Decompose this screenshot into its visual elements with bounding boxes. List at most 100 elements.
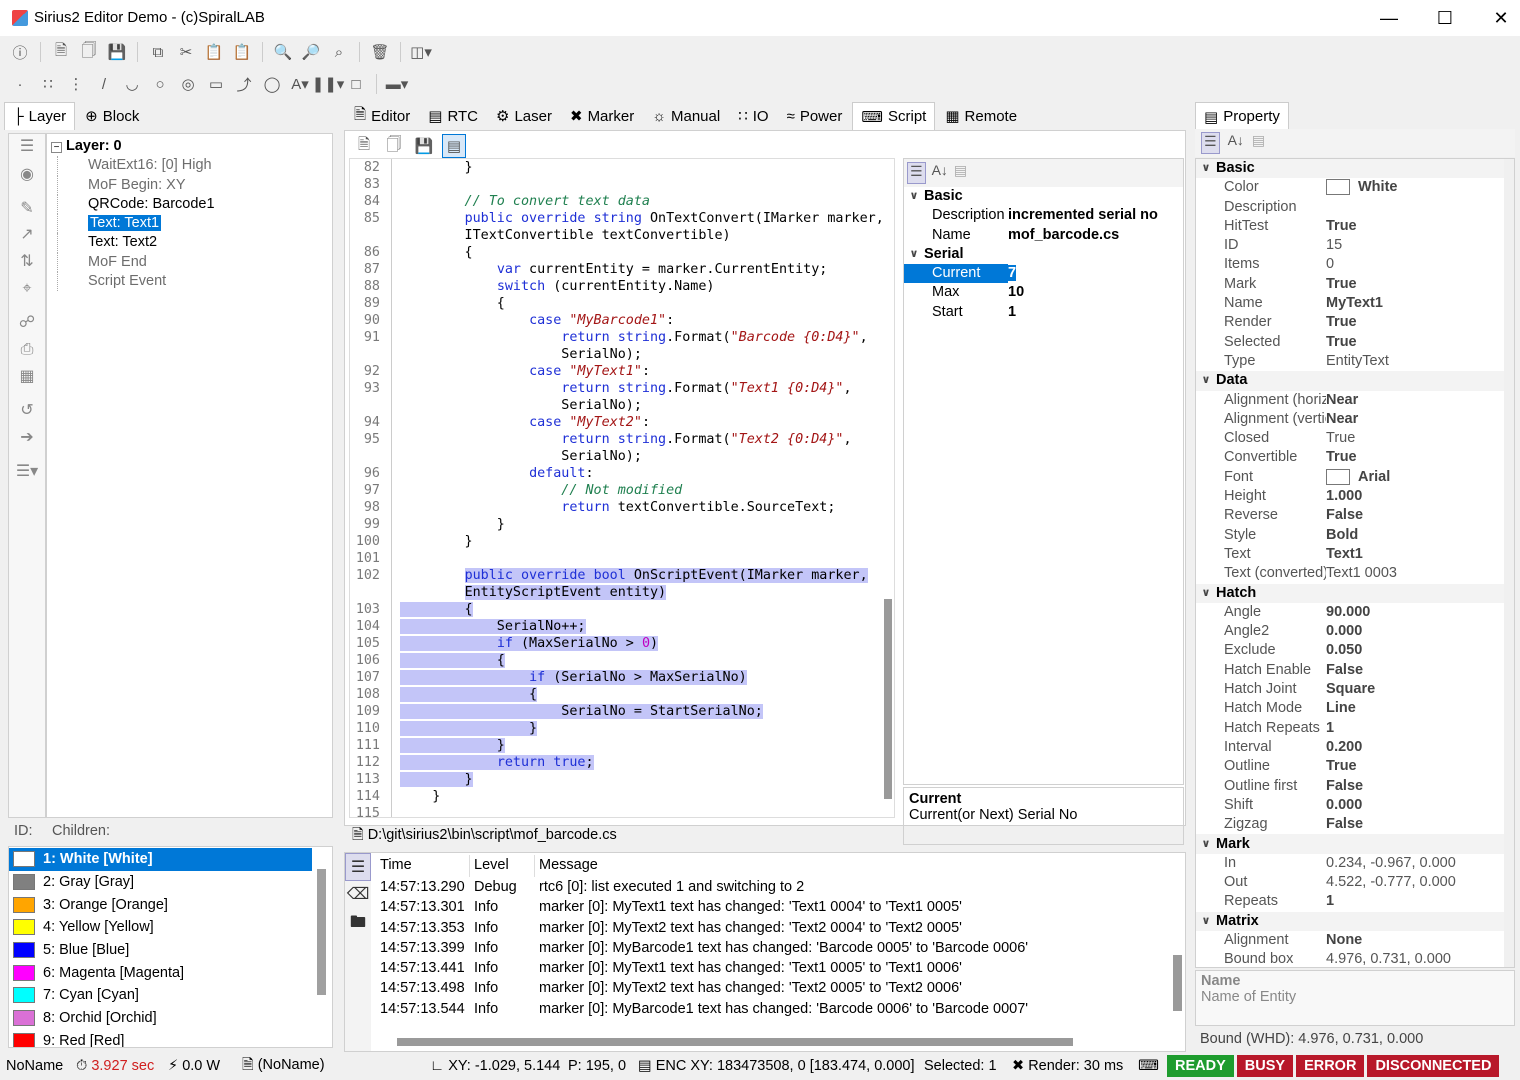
tab-remote[interactable]: ▦ Remote <box>937 102 1025 130</box>
pen-list-item[interactable]: 9: Red [Red] <box>9 1030 332 1047</box>
property-row[interactable]: Start 1 <box>904 303 1183 322</box>
trepan-icon[interactable]: ◯ <box>260 72 284 96</box>
property-row[interactable]: Convertible True <box>1196 448 1514 467</box>
property-value[interactable]: True <box>1326 275 1514 294</box>
branch-icon[interactable]: ⎙ <box>9 336 45 363</box>
property-row[interactable]: Items 0 <box>1196 255 1514 274</box>
script-basic-section[interactable]: ∨ Basic <box>904 187 1183 207</box>
minimize-button[interactable]: — <box>1366 2 1412 34</box>
property-row[interactable]: Style Bold <box>1196 526 1514 545</box>
property-value[interactable]: True <box>1326 313 1514 332</box>
property-value[interactable]: 0.200 <box>1326 738 1514 757</box>
zoom-out-icon[interactable]: 🔍 <box>271 40 295 64</box>
circle-icon[interactable]: ○ <box>148 72 172 96</box>
tab-script[interactable]: ⌨ Script <box>852 102 936 130</box>
property-row[interactable]: Max 10 <box>904 283 1183 302</box>
code-scrollbar[interactable] <box>884 599 892 799</box>
folder-icon[interactable]: 🖿 <box>345 909 371 937</box>
property-value[interactable]: Near <box>1326 391 1514 410</box>
control-dropdown-icon[interactable]: ▬▾ <box>385 72 409 96</box>
open-document-icon[interactable]: 🗍 <box>77 40 101 64</box>
explode-icon[interactable]: ⌖ <box>9 275 45 309</box>
zoom-fit-icon[interactable]: ⌕ <box>327 40 351 64</box>
property-value[interactable]: True <box>1326 429 1514 448</box>
property-row[interactable]: Current 7 <box>904 264 1183 284</box>
raster-icon[interactable]: ⋮ <box>64 72 88 96</box>
property-value[interactable]: 1 <box>1008 303 1183 322</box>
property-scrollbar[interactable] <box>1504 159 1514 967</box>
spiral-icon[interactable]: ◎ <box>176 72 200 96</box>
property-row[interactable]: Mark True <box>1196 275 1514 294</box>
save-script-icon[interactable]: 💾 <box>412 134 436 158</box>
tab-power[interactable]: ≈ Power <box>779 102 851 130</box>
pen-list-item[interactable]: 7: Cyan [Cyan] <box>9 984 332 1007</box>
property-section[interactable]: ∨ Hatch <box>1196 583 1514 603</box>
property-value[interactable]: 4.976, 0.731, 0.000 <box>1326 950 1514 967</box>
pen-list-item[interactable]: 3: Orange [Orange] <box>9 893 332 916</box>
property-value[interactable]: True <box>1326 757 1514 776</box>
barcode-dropdown-icon[interactable]: ❚❚▾ <box>312 72 345 96</box>
tab-block[interactable]: ⊕ Block <box>77 102 147 130</box>
property-value[interactable]: Square <box>1326 680 1514 699</box>
align-dropdown-icon[interactable]: ◫▾ <box>409 40 433 64</box>
tree-item[interactable]: Text: Text2 <box>57 233 332 253</box>
property-row[interactable]: Outline first False <box>1196 777 1514 796</box>
property-row[interactable]: Closed True <box>1196 429 1514 448</box>
tab-manual[interactable]: ☼ Manual <box>644 102 728 130</box>
export-dropdown-icon[interactable]: ☰▾ <box>9 458 45 485</box>
pen-list-item[interactable]: 4: Yellow [Yellow] <box>9 916 332 939</box>
property-value[interactable]: False <box>1326 815 1514 834</box>
new-script-icon[interactable]: 🗎 <box>352 134 376 158</box>
property-value[interactable]: Arial <box>1326 468 1514 487</box>
property-row[interactable]: Reverse False <box>1196 506 1514 525</box>
property-row[interactable]: Angle2 0.000 <box>1196 622 1514 641</box>
tab-editor[interactable]: 🗎 Editor <box>346 102 418 130</box>
property-pages-icon[interactable]: ▤ <box>1252 132 1265 154</box>
point-icon[interactable]: · <box>8 72 32 96</box>
property-value[interactable]: EntityText <box>1326 352 1514 371</box>
pen-list-item[interactable]: 1: White [White] <box>9 848 312 871</box>
move-in-icon[interactable]: ↺ <box>9 397 45 424</box>
layers-icon[interactable]: ☰ <box>9 134 45 160</box>
tree-item[interactable]: Text: Text1 <box>57 214 332 234</box>
property-value[interactable]: 0.000 <box>1326 622 1514 641</box>
property-row[interactable]: Angle 90.000 <box>1196 603 1514 622</box>
pen-list-item[interactable]: 5: Blue [Blue] <box>9 939 332 962</box>
tree-item[interactable]: QRCode: Barcode1 <box>57 194 332 215</box>
log-header-level[interactable]: Level <box>470 855 535 877</box>
delete-icon[interactable]: 🗑 <box>368 40 392 64</box>
property-row[interactable]: Alignment None <box>1196 931 1514 950</box>
property-row[interactable]: Text (converted) Text1 0003 <box>1196 564 1514 583</box>
property-value[interactable]: 10 <box>1008 283 1183 302</box>
property-value[interactable]: 1 <box>1326 719 1514 738</box>
property-value[interactable]: 1 <box>1326 892 1514 911</box>
property-row[interactable]: Alignment (vertical)Near <box>1196 410 1514 429</box>
tree-item[interactable]: MoF Begin: XY <box>57 175 332 195</box>
property-value[interactable]: incremented serial no <box>1008 206 1183 225</box>
hatch-icon[interactable]: ▦ <box>9 363 45 397</box>
new-document-icon[interactable]: 🗎 <box>49 40 73 64</box>
property-value[interactable]: 0.234, -0.967, 0.000 <box>1326 854 1514 873</box>
property-row[interactable]: Hatch Mode Line <box>1196 699 1514 718</box>
code-editor[interactable]: 82 } 83 84 // To convert text data 85 publ… <box>349 158 895 818</box>
tab-property[interactable]: ▤ Property <box>1195 102 1289 130</box>
copy-icon[interactable]: ⧉ <box>146 40 170 64</box>
property-row[interactable]: Name mof_barcode.cs <box>904 226 1183 245</box>
log-vscrollbar[interactable] <box>1173 955 1182 1011</box>
property-pages-icon[interactable]: ▤ <box>954 162 967 184</box>
property-value[interactable]: 0.000 <box>1326 796 1514 815</box>
arc-icon[interactable]: ◡ <box>120 72 144 96</box>
pen-list-item[interactable]: 6: Magenta [Magenta] <box>9 961 332 984</box>
property-row[interactable]: Hatch Enable False <box>1196 661 1514 680</box>
property-value[interactable]: Bold <box>1326 526 1514 545</box>
property-value[interactable]: True <box>1326 333 1514 352</box>
property-value[interactable]: mof_barcode.cs <box>1008 226 1183 245</box>
tab-rtc[interactable]: ▤ RTC <box>420 102 486 130</box>
property-value[interactable] <box>1326 198 1514 217</box>
collapse-icon[interactable]: − <box>51 142 62 153</box>
property-row[interactable]: ID 15 <box>1196 236 1514 255</box>
property-row[interactable]: Interval 0.200 <box>1196 738 1514 757</box>
property-value[interactable]: False <box>1326 506 1514 525</box>
log-header-message[interactable]: Message <box>535 855 598 877</box>
cut-icon[interactable]: ✂ <box>174 40 198 64</box>
